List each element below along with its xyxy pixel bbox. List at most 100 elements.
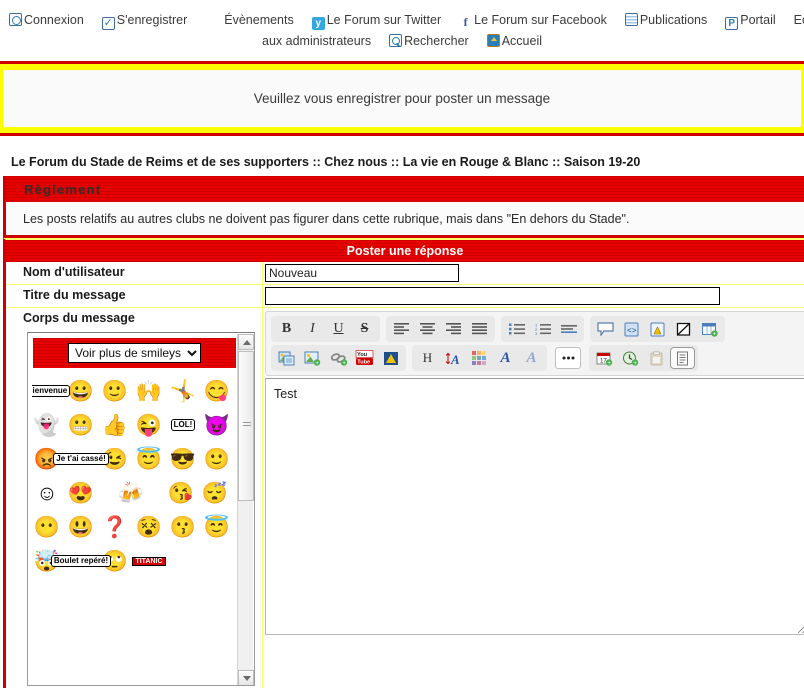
insert-link-icon[interactable]: + (326, 347, 351, 369)
smiley-titanic[interactable]: TITANIC (132, 546, 166, 576)
smiley-thumbsup[interactable]: 👍 (100, 410, 130, 440)
nav-facebook[interactable]: f Le Forum sur Facebook (459, 10, 607, 30)
nav-ecrivez[interactable]: Ecrivez (794, 10, 804, 30)
align-center-icon[interactable] (415, 318, 440, 340)
reglement-panel: Règlement Les posts relatifs au autres c… (3, 176, 804, 239)
youtube-icon[interactable]: You Tube (352, 347, 377, 369)
smiley-scrollbar[interactable] (237, 334, 254, 686)
svg-text:3: 3 (535, 331, 538, 335)
top-navigation-line-1: Connexion ✓ S'enregistrer Évènements y Le For… (0, 9, 804, 30)
nav-portail[interactable]: P Portail (725, 10, 776, 30)
smiley-jetaicasse-sign[interactable]: Je t'ai cassé! (53, 444, 109, 474)
smiley-bienvenue-sign[interactable]: Bienvenue (32, 376, 71, 406)
svg-text:Tube: Tube (357, 360, 370, 366)
hidden-text-icon[interactable] (671, 318, 696, 340)
nav-publications[interactable]: Publications (624, 10, 707, 30)
spoiler-icon[interactable] (645, 318, 670, 340)
nav-senregistrer[interactable]: ✓ S'enregistrer (101, 10, 187, 30)
editor-column: B I U S 1 2 3 <> + + + You Tube H A A A … (263, 308, 804, 688)
insert-time-icon[interactable]: + (618, 347, 643, 369)
home-icon (486, 34, 500, 48)
dailymotion-icon[interactable] (378, 347, 403, 369)
nav-connexion[interactable]: Connexion (9, 10, 84, 30)
smiley-ghost[interactable]: 👻 (32, 410, 62, 440)
smiley-lol-sign[interactable]: LOL! (168, 410, 198, 440)
source-view-icon[interactable] (670, 347, 695, 370)
smiley-angel[interactable]: 😇 (134, 444, 164, 474)
subject-input[interactable] (265, 287, 720, 306)
toolbar-group-insert: <> + (590, 316, 725, 343)
align-right-icon[interactable] (441, 318, 466, 340)
scroll-up-button[interactable] (238, 334, 254, 351)
smiley-question[interactable]: ❓ (100, 512, 130, 542)
smiley-devil[interactable]: 😈 (202, 410, 232, 440)
insert-date-icon[interactable]: 17 + (592, 347, 617, 369)
quote-icon[interactable] (593, 318, 618, 340)
smiley-jetaicasse-sign-label: Je t'ai cassé! (53, 453, 109, 466)
smiley-wink-yellow[interactable]: 😜 (134, 410, 164, 440)
font-size-icon[interactable]: A (441, 347, 466, 369)
smiley-love-pink[interactable]: 😘 (166, 478, 196, 508)
nav-evenements-label: Évènements (224, 12, 294, 27)
smiley-cool[interactable]: 😎 (168, 444, 198, 474)
insert-table-icon[interactable]: + (697, 318, 722, 340)
nav-rechercher[interactable]: Rechercher (389, 31, 469, 51)
add-image-icon[interactable]: + (300, 347, 325, 369)
font-family-icon[interactable]: A (493, 347, 518, 369)
smiley-three-at-table[interactable]: 🍻 (100, 478, 162, 508)
smiley-wave[interactable]: 😀 (66, 376, 96, 406)
smiley-grid[interactable]: Bienvenue😀🙂🙌🤸😋👻😬👍😜LOL!😈😡Je t'ai cassé!😉😇… (32, 376, 234, 676)
nav-twitter[interactable]: y Le Forum sur Twitter (311, 10, 441, 30)
heading-icon[interactable]: H (415, 347, 440, 369)
insert-image-icon[interactable] (274, 347, 299, 369)
smiley-jump[interactable]: 🤸 (168, 376, 198, 406)
smiley-heart-eyes[interactable]: 😍 (66, 478, 96, 508)
username-input[interactable] (265, 264, 459, 283)
smiley-grin[interactable]: 😃 (66, 512, 96, 542)
underline-icon[interactable]: U (326, 318, 351, 340)
ordered-list-icon[interactable]: 123 (530, 318, 555, 340)
resize-handle-icon[interactable] (798, 624, 804, 634)
smiley-shy[interactable]: ☺ (32, 478, 62, 508)
message-body-label: Corps du message (23, 311, 135, 326)
post-reply-form: Poster une réponse Nom d'utilisateur Tit… (3, 238, 804, 689)
smiley-teeth[interactable]: 😬 (66, 410, 96, 440)
subject-label: Titre du message (6, 285, 263, 308)
bold-icon[interactable]: B (274, 318, 299, 340)
remove-format-icon[interactable]: A (519, 347, 544, 369)
smiley-zip[interactable]: 😶 (32, 512, 62, 542)
italic-icon[interactable]: I (300, 318, 325, 340)
nav-accueil[interactable]: Accueil (486, 31, 542, 51)
smiley-picker[interactable]: Voir plus de smileys Bienvenue😀🙂🙌🤸😋👻😬👍😜L… (27, 332, 255, 687)
align-left-icon[interactable] (389, 318, 414, 340)
smiley-happy[interactable]: 🙂 (100, 376, 130, 406)
svg-text:You: You (357, 352, 368, 358)
strikethrough-icon[interactable]: S (352, 318, 377, 340)
smiley-tongue[interactable]: 😋 (202, 376, 232, 406)
reglement-body: Les posts relatifs au autres clubs ne do… (6, 202, 804, 239)
scrollbar-thumb[interactable] (238, 351, 254, 502)
font-color-icon[interactable] (467, 347, 492, 369)
smiley-boulet-sign[interactable]: Boulet repéré! (50, 546, 112, 576)
indent-icon[interactable] (556, 318, 581, 340)
paste-icon[interactable] (644, 347, 669, 369)
smiley-sleep[interactable]: 😴 (200, 478, 230, 508)
nav-administrateurs[interactable]: aux administrateurs (262, 31, 371, 51)
register-check-icon: ✓ (101, 16, 115, 30)
align-justify-icon[interactable] (467, 318, 492, 340)
smiley-cheer[interactable]: 🙌 (134, 376, 164, 406)
message-editor[interactable]: Test (265, 378, 804, 636)
scroll-down-button[interactable] (238, 670, 254, 686)
toolbar-row-2: + + You Tube H A A A 17 + + (271, 345, 803, 372)
breadcrumb[interactable]: Le Forum du Stade de Reims et de ses sup… (0, 136, 804, 176)
nav-evenements[interactable]: Évènements (224, 10, 293, 30)
smiley-halo[interactable]: 😇 (202, 512, 232, 542)
smiley-select[interactable]: Voir plus de smileys (68, 343, 201, 364)
more-options-icon[interactable] (555, 347, 581, 370)
code-icon[interactable]: <> (619, 318, 644, 340)
smiley-plain[interactable]: 🙂 (202, 444, 232, 474)
smiley-punch[interactable]: 😵 (134, 512, 164, 542)
smiley-kiss[interactable]: 😗 (168, 512, 198, 542)
unordered-list-icon[interactable] (504, 318, 529, 340)
toolbar-group-text-style: B I U S (271, 316, 380, 343)
